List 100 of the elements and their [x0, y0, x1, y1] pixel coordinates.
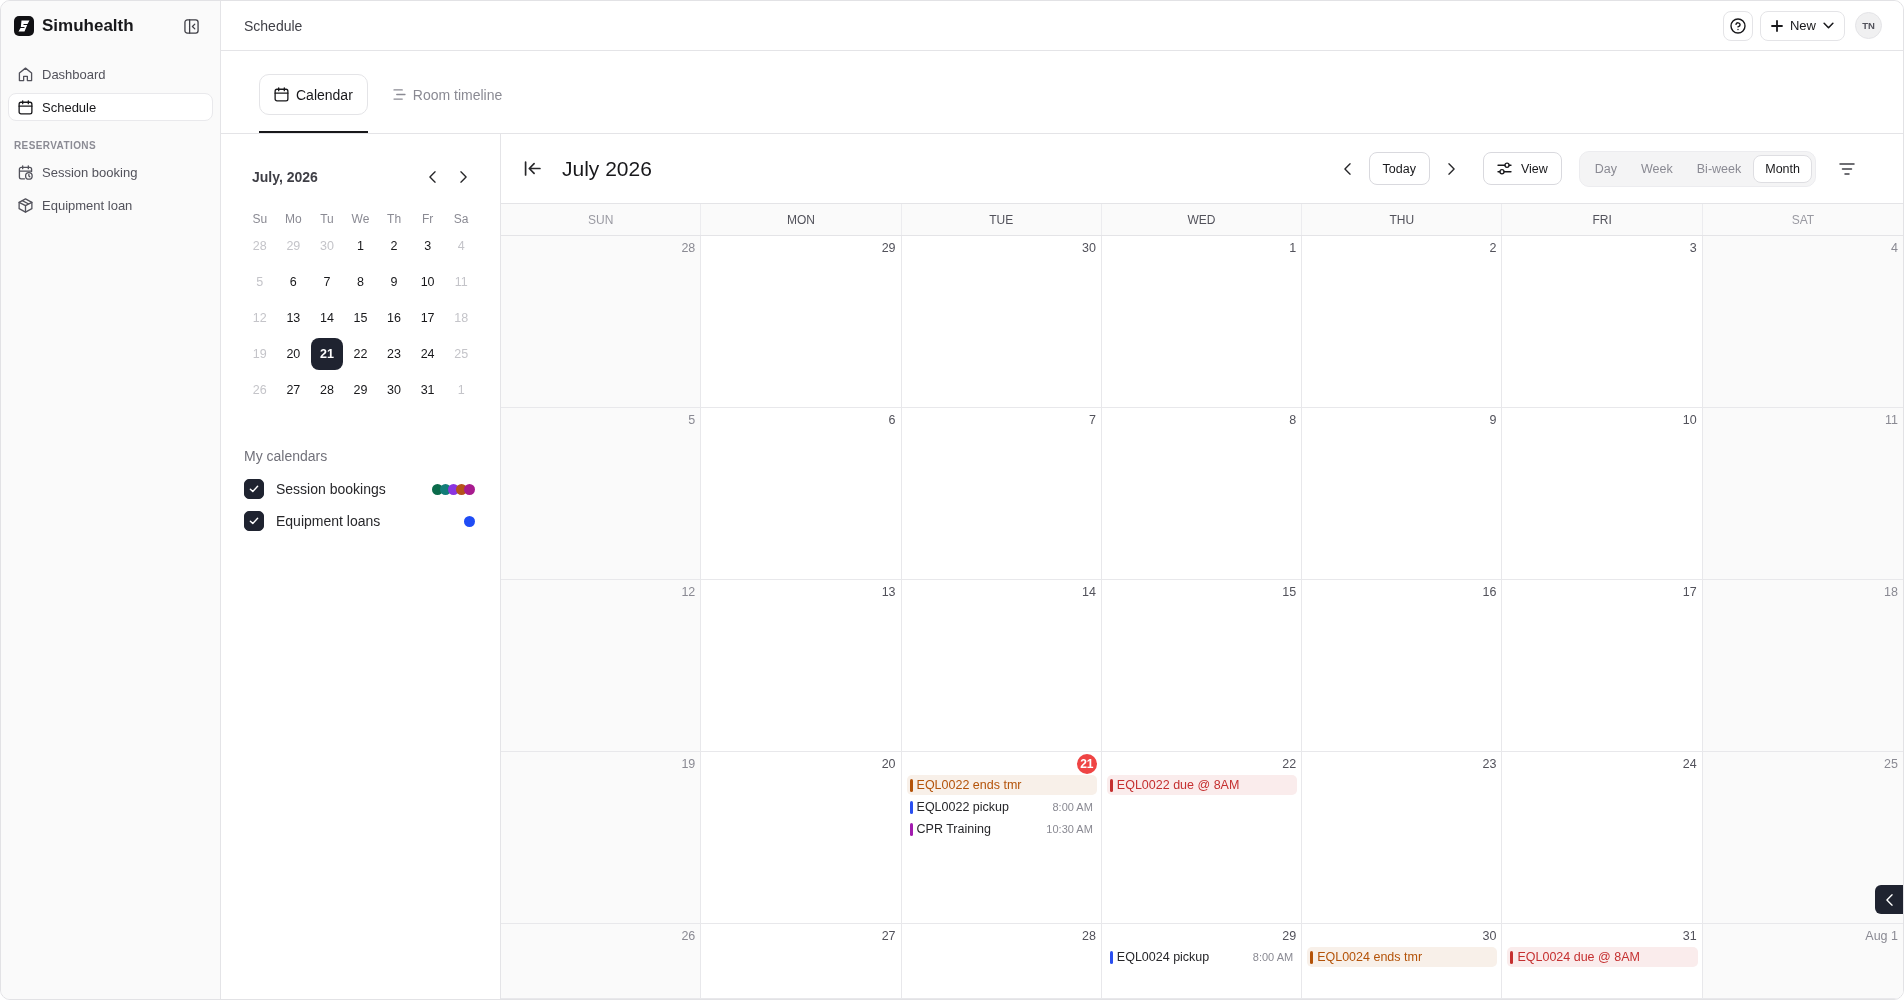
day-number: 11 [1885, 413, 1899, 427]
day-number: 30 [1482, 929, 1498, 943]
event-title[interactable]: EQL0022 pickup [916, 800, 1009, 814]
mini-calendar-day[interactable]: 15 [344, 302, 377, 334]
weekday-header: WED [1101, 204, 1303, 235]
event-time: 8:00 AM [1252, 951, 1294, 963]
event-banner[interactable]: EQL0024 due @ 8AM [1507, 947, 1698, 967]
mini-calendar-day[interactable]: 30 [378, 374, 411, 406]
section-label: RESERVATIONS [14, 140, 98, 151]
day-number: 8 [1289, 413, 1298, 427]
help-button[interactable] [1723, 10, 1753, 41]
sidebar-item[interactable]: Dashboard [8, 60, 213, 88]
section-title: My calendars [244, 447, 329, 465]
mini-calendar-day[interactable]: 13 [277, 302, 310, 334]
tab[interactable]: Calendar [259, 74, 368, 115]
package-icon [18, 197, 33, 213]
weekday-label: Su [251, 211, 269, 228]
mini-calendar-day[interactable]: 31 [411, 374, 444, 406]
day-number: 21 [1076, 754, 1097, 774]
day-number: 24 [1682, 757, 1698, 771]
mini-calendar-day[interactable]: 1 [344, 230, 377, 262]
event-time: 10:30 AM [1046, 823, 1093, 835]
day-number: 20 [881, 757, 897, 771]
new-button[interactable]: New [1760, 10, 1845, 41]
plus-icon [1771, 19, 1783, 32]
previous-month-icon[interactable] [1343, 162, 1351, 175]
day-number: 10 [1682, 413, 1698, 427]
tab[interactable]: Room timeline [377, 74, 518, 115]
mini-calendar-day[interactable]: 23 [378, 338, 411, 370]
today-button[interactable]: Today [1368, 152, 1430, 185]
side-panel-toggle-button[interactable] [1875, 885, 1903, 914]
mini-calendar-day[interactable]: 17 [411, 302, 444, 334]
weekday-label: Fr [420, 211, 435, 228]
mini-calendar-day[interactable]: 21 [310, 338, 343, 370]
day-number: 23 [1482, 757, 1498, 771]
calendar-name: Equipment loans [276, 513, 381, 529]
mini-calendar-day[interactable]: 28 [310, 374, 343, 406]
calendar-title: July 2026 [562, 156, 652, 181]
previous-month-icon[interactable] [429, 171, 436, 183]
sidebar-item[interactable]: Schedule [8, 93, 213, 121]
day-number: 15 [1282, 585, 1298, 599]
mini-calendar-day[interactable]: 20 [277, 338, 310, 370]
mini-calendar-day[interactable]: 16 [378, 302, 411, 334]
sidebar-item[interactable]: Session booking [8, 158, 213, 186]
weekday-header: THU [1302, 204, 1503, 235]
chevron-right-icon[interactable] [1447, 162, 1455, 175]
mini-calendar-day[interactable]: 10 [411, 266, 444, 298]
day-number: 26 [681, 929, 697, 943]
panel-collapse-icon[interactable] [184, 18, 199, 34]
weekday-header: MON [701, 204, 902, 235]
weekday-label: Sa [452, 211, 470, 228]
weekday-header: TUE [901, 204, 1102, 235]
event-banner[interactable]: EQL0024 ends tmr [1307, 947, 1498, 967]
mini-calendar-day[interactable]: 7 [310, 266, 343, 298]
user-avatar[interactable]: TN [1855, 12, 1882, 39]
day-number: 17 [1682, 585, 1698, 599]
day-number: 25 [1884, 757, 1899, 771]
day-number: 16 [1482, 585, 1498, 599]
collapse-left-icon[interactable] [524, 161, 541, 176]
mini-calendar-day[interactable]: 3 [411, 230, 444, 262]
day-number: 4 [1891, 241, 1899, 255]
view-mode-option[interactable]: Month [1753, 154, 1812, 183]
mini-calendar-title: July, 2026 [252, 169, 318, 185]
day-number: 28 [1081, 929, 1097, 943]
sidebar-item[interactable]: Equipment loan [8, 191, 213, 219]
mini-calendar-day[interactable]: 29 [344, 374, 377, 406]
day-number: 18 [1884, 585, 1899, 599]
event-banner[interactable]: EQL0022 ends tmr [906, 775, 1097, 795]
view-button[interactable]: View [1482, 152, 1562, 185]
day-number: 6 [888, 413, 897, 427]
calendar-name: Session bookings [276, 481, 386, 497]
day-number: 14 [1081, 585, 1097, 599]
event-title[interactable]: CPR Training [916, 822, 991, 836]
mini-calendar-day[interactable]: 22 [344, 338, 377, 370]
mini-calendar-day[interactable]: 6 [277, 266, 310, 298]
day-number: 3 [1689, 241, 1698, 255]
event-time: 8:00 AM [1052, 801, 1093, 813]
day-number: 12 [681, 585, 697, 599]
calendar-icon [18, 99, 33, 115]
timeline-icon [392, 89, 406, 100]
home-icon [18, 66, 33, 82]
filter-icon[interactable] [1839, 162, 1855, 175]
checkbox[interactable] [244, 479, 264, 499]
logo-icon [14, 16, 34, 36]
mini-calendar-day[interactable]: 14 [310, 302, 343, 334]
mini-calendar-day[interactable]: 9 [378, 266, 411, 298]
sliders-icon [1496, 162, 1512, 175]
day-number: 19 [681, 757, 697, 771]
chevron-right-icon[interactable] [460, 171, 467, 183]
event-banner[interactable]: EQL0022 due @ 8AM [1106, 775, 1298, 795]
day-number: 29 [881, 241, 897, 255]
brand-name: Simuhealth [42, 16, 134, 36]
mini-calendar-day[interactable]: 2 [378, 230, 411, 262]
checkbox[interactable] [244, 511, 264, 531]
mini-calendar-day[interactable]: 27 [277, 374, 310, 406]
day-number: 30 [1081, 241, 1097, 255]
event-title[interactable]: EQL0024 pickup [1116, 950, 1210, 964]
mini-calendar-day[interactable]: 8 [344, 266, 377, 298]
mini-calendar-day[interactable]: 24 [411, 338, 444, 370]
day-number: 28 [681, 241, 697, 255]
